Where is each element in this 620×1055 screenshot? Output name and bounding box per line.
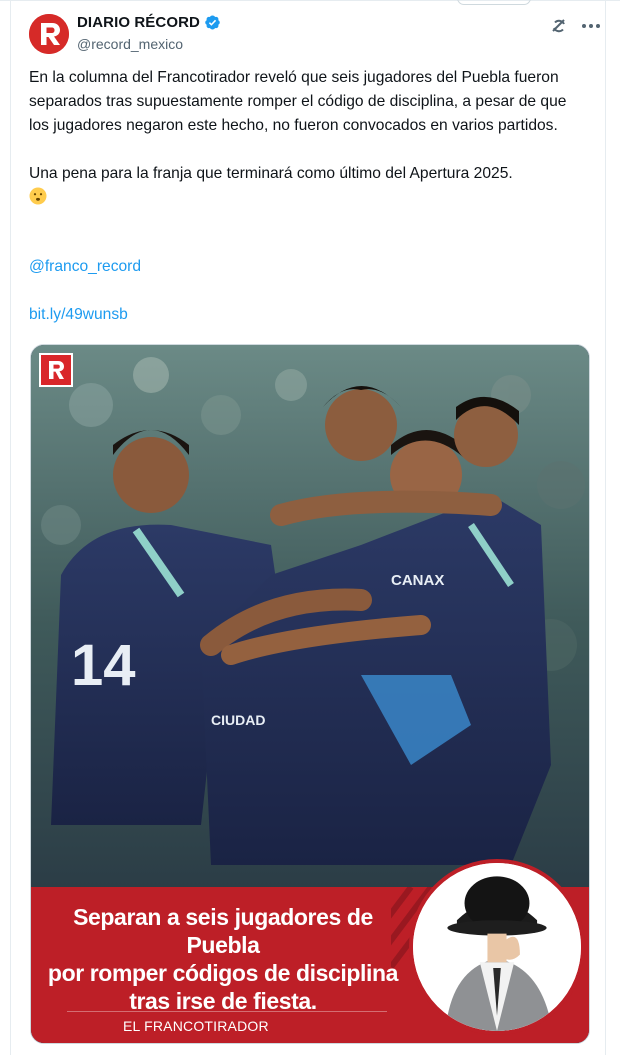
tweet-paragraph-1: En la columna del Francotirador reveló q…	[29, 69, 567, 134]
svg-text:CIUDAD: CIUDAD	[211, 712, 265, 728]
overlay-tab	[457, 0, 531, 5]
more-options-icon[interactable]	[579, 16, 603, 36]
svg-text:CANAX: CANAX	[391, 572, 444, 589]
tweet-media-image[interactable]: 14 CANAX CIUDAD Separan a seis jugadores…	[30, 344, 590, 1044]
tweet-card[interactable]: DIARIO RÉCORD @record_mexico En la colum…	[10, 0, 606, 1055]
author-avatar[interactable]	[29, 14, 69, 54]
team-celebration-photo: 14 CANAX CIUDAD	[31, 345, 589, 905]
face-with-open-mouth-emoji-icon	[29, 187, 47, 205]
headline-text: Separan a seis jugadores de Puebla por r…	[39, 903, 407, 1015]
record-brand-logo-icon	[39, 353, 73, 387]
tweet-body: En la columna del Francotirador reveló q…	[29, 66, 589, 210]
headline-line: por romper códigos de disciplina	[47, 960, 399, 986]
mention-link[interactable]: @franco_record	[29, 258, 141, 276]
svg-text:14: 14	[71, 633, 136, 698]
hat-man-illustration-icon	[413, 863, 581, 1031]
column-byline: EL FRANCOTIRADOR	[123, 1018, 269, 1034]
headline-line: Separan a seis jugadores de Puebla	[73, 904, 373, 958]
grok-icon[interactable]	[549, 16, 569, 36]
verified-badge-icon[interactable]	[204, 14, 221, 31]
tweet-paragraph-2: Una pena para la franja que terminará co…	[29, 165, 513, 182]
author-display-name[interactable]: DIARIO RÉCORD	[77, 14, 200, 31]
record-logo-icon	[29, 14, 69, 54]
francotirador-avatar	[409, 859, 585, 1035]
author-handle[interactable]: @record_mexico	[77, 36, 183, 52]
short-url-link[interactable]: bit.ly/49wunsb	[29, 306, 128, 324]
byline-divider	[67, 1011, 387, 1012]
